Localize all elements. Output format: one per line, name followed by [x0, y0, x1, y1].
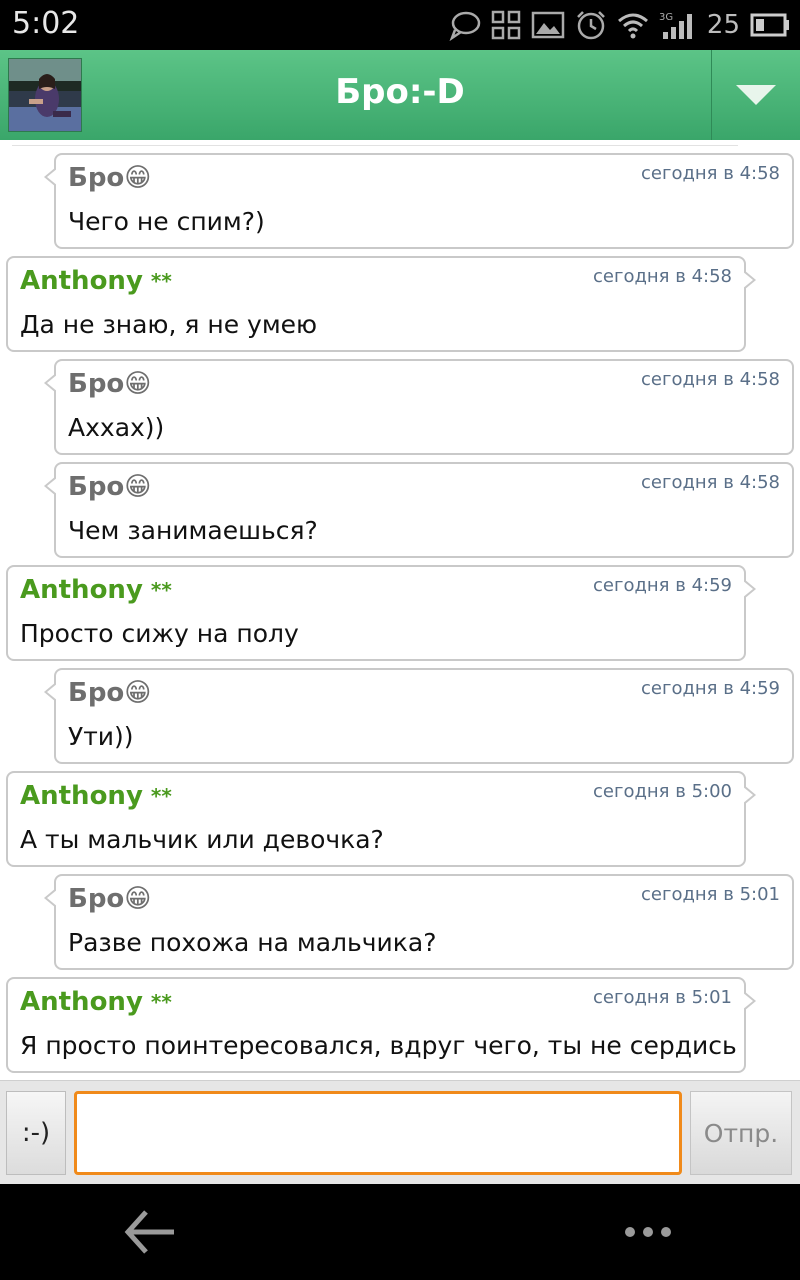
grin-emoji-icon: 😁: [124, 472, 152, 502]
sender-name: Бро 😁: [68, 678, 152, 708]
sender-name: Anthony **: [20, 781, 172, 811]
message-text: Просто сижу на полу: [20, 619, 299, 648]
message-timestamp: сегодня в 4:59: [593, 575, 732, 596]
message-text: Я просто поинтересовался, вдруг чего, ты…: [20, 1031, 737, 1060]
message-text: Чего не спим?): [68, 207, 265, 236]
sender-name: Бро 😁: [68, 163, 152, 193]
message-text: Ути)): [68, 722, 134, 751]
status-time: 5:02: [12, 6, 80, 41]
message-list[interactable]: Бро 😁 сегодня в 4:58 Чего не спим?) Antho…: [0, 140, 800, 1080]
chat-title: Бро:-D: [335, 72, 465, 112]
message-bubble-incoming[interactable]: Бро 😁 сегодня в 5:01 Разве похожа на маль…: [44, 874, 794, 970]
message-input[interactable]: [74, 1091, 682, 1175]
sender-badge: **: [150, 990, 172, 1014]
back-arrow-icon: [124, 1210, 174, 1254]
svg-text:3G: 3G: [659, 12, 673, 23]
grin-emoji-icon: 😁: [124, 163, 152, 193]
sender-name: Anthony **: [20, 987, 172, 1017]
nav-back-button[interactable]: [120, 1204, 180, 1260]
message-text: Разве похожа на мальчика?: [68, 928, 437, 957]
gallery-icon: [531, 11, 565, 39]
message-bubble-outgoing[interactable]: Anthony ** сегодня в 5:01 Я просто поинте…: [6, 977, 756, 1073]
signal-3g-icon: 3G: [659, 12, 692, 39]
chat-header: Бро:-D: [0, 50, 800, 140]
message-timestamp: сегодня в 4:58: [641, 472, 780, 493]
more-dots-icon: [625, 1227, 671, 1237]
message-timestamp: сегодня в 4:59: [641, 678, 780, 699]
divider: [12, 145, 738, 146]
status-icons: 3G 25: [449, 6, 790, 44]
sender-name: Anthony **: [20, 266, 172, 296]
sender-name: Бро 😁: [68, 884, 152, 914]
sender-name: Anthony **: [20, 575, 172, 605]
header-menu-button[interactable]: [711, 50, 800, 140]
send-button[interactable]: Отпр.: [690, 1091, 792, 1175]
message-bubble-incoming[interactable]: Бро 😁 сегодня в 4:59 Ути)): [44, 668, 794, 764]
message-text: Ахxах)): [68, 413, 165, 442]
sender-badge: **: [150, 784, 172, 808]
wifi-icon: [617, 13, 648, 39]
message-bubble-outgoing[interactable]: Anthony ** сегодня в 4:58 Да не знаю, я н…: [6, 256, 756, 352]
message-bubble-incoming[interactable]: Бро 😁 сегодня в 4:58 Чем занимаешься?: [44, 462, 794, 558]
nav-more-button[interactable]: [618, 1214, 678, 1250]
sender-badge: **: [150, 578, 172, 602]
sender-name: Бро 😁: [68, 369, 152, 399]
grin-emoji-icon: 😁: [124, 884, 152, 914]
message-text: А ты мальчик или девочка?: [20, 825, 384, 854]
message-timestamp: сегодня в 4:58: [641, 163, 780, 184]
triangle-down-icon: [736, 85, 776, 105]
message-timestamp: сегодня в 4:58: [641, 369, 780, 390]
battery-icon: [750, 13, 789, 37]
message-bubble-outgoing[interactable]: Anthony ** сегодня в 5:00 А ты мальчик ил…: [6, 771, 756, 867]
navigation-bar: [0, 1184, 800, 1280]
message-bubble-incoming[interactable]: Бро 😁 сегодня в 4:58 Ахxах)): [44, 359, 794, 455]
message-timestamp: сегодня в 4:58: [593, 266, 732, 287]
sender-name: Бро 😁: [68, 472, 152, 502]
message-timestamp: сегодня в 5:01: [641, 884, 780, 905]
emoji-button[interactable]: :-): [6, 1091, 66, 1175]
message-text: Да не знаю, я не умею: [20, 310, 318, 339]
message-text: Чем занимаешься?: [68, 516, 318, 545]
chat-notification-icon: [449, 11, 481, 41]
screen-capture-icon: [491, 10, 521, 40]
grin-emoji-icon: 😁: [124, 678, 152, 708]
message-bubble-incoming[interactable]: Бро 😁 сегодня в 4:58 Чего не спим?): [44, 153, 794, 249]
sender-badge: **: [150, 269, 172, 293]
alarm-clock-icon: [577, 11, 605, 40]
message-bubble-outgoing[interactable]: Anthony ** сегодня в 4:59 Просто сижу на …: [6, 565, 756, 661]
message-timestamp: сегодня в 5:00: [593, 781, 732, 802]
message-timestamp: сегодня в 5:01: [593, 987, 732, 1008]
grin-emoji-icon: 😁: [124, 369, 152, 399]
status-bar: 5:02 3G 25: [0, 0, 800, 50]
battery-level: 25: [706, 10, 740, 40]
message-composer: :-) Отпр.: [0, 1080, 800, 1185]
